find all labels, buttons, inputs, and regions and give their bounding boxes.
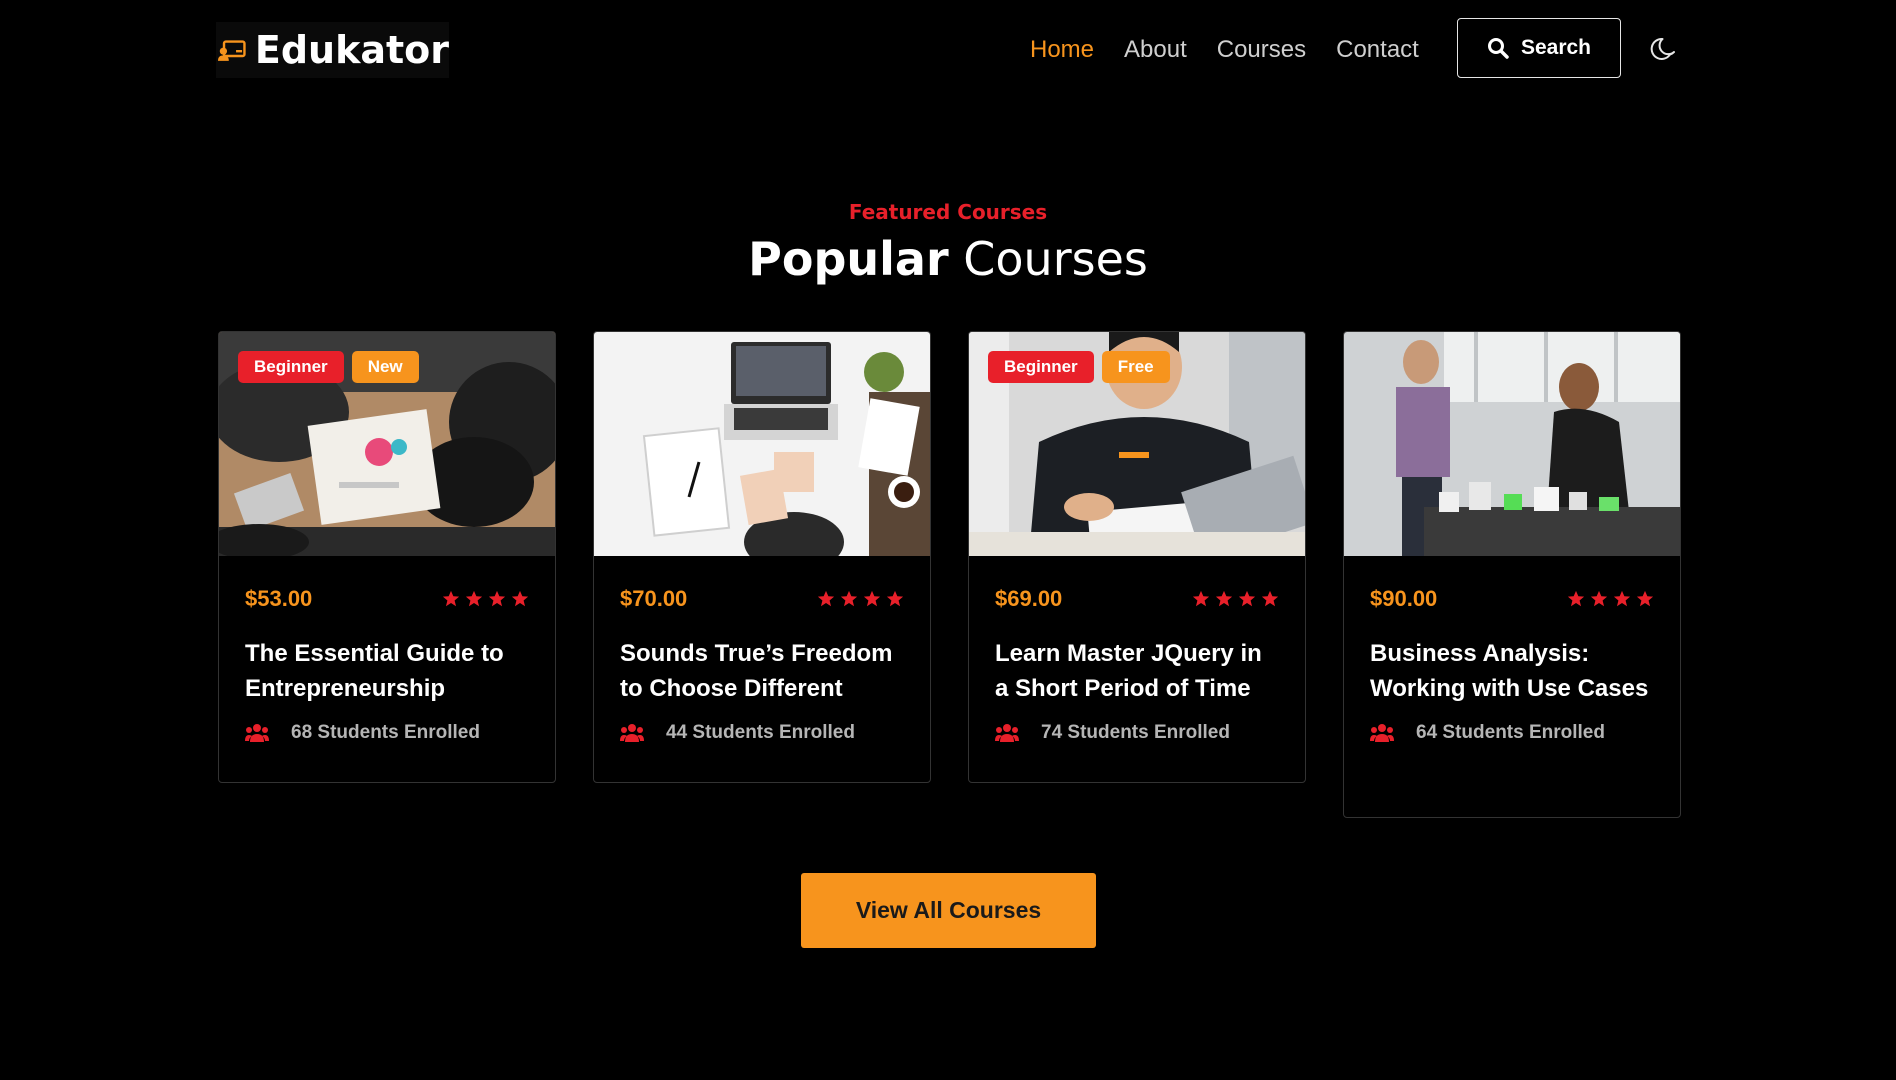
level-badge: Beginner bbox=[988, 351, 1094, 383]
enrolled-label: 64 Students Enrolled bbox=[1416, 722, 1605, 743]
star-icon bbox=[1215, 590, 1233, 607]
star-icon bbox=[1261, 590, 1279, 607]
logo[interactable]: Edukator bbox=[216, 22, 449, 78]
users-icon bbox=[620, 724, 644, 742]
star-icon bbox=[863, 590, 881, 607]
enrolled-count: 74 Students Enrolled bbox=[995, 722, 1279, 744]
section-eyebrow: Featured Courses bbox=[848, 200, 1048, 224]
users-icon bbox=[245, 724, 269, 742]
star-icon bbox=[511, 590, 529, 607]
course-card[interactable]: $90.00 Business Analysis: Working with U… bbox=[1343, 331, 1681, 818]
course-image[interactable]: Beginner New bbox=[219, 332, 555, 556]
nav-home[interactable]: Home bbox=[1030, 36, 1094, 64]
course-price: $69.00 bbox=[995, 586, 1063, 611]
section-title-light: Courses bbox=[963, 232, 1148, 286]
enrolled-count: 44 Students Enrolled bbox=[620, 722, 904, 744]
star-icon bbox=[1192, 590, 1210, 607]
star-icon bbox=[817, 590, 835, 607]
course-card[interactable]: Beginner New $53.00 The Essential Guide … bbox=[218, 331, 556, 783]
search-button[interactable]: Search bbox=[1457, 18, 1621, 78]
price-row: $90.00 bbox=[1370, 586, 1654, 612]
course-image[interactable] bbox=[594, 332, 930, 556]
users-icon bbox=[1370, 724, 1394, 742]
course-price: $90.00 bbox=[1370, 586, 1438, 611]
card-body: $90.00 Business Analysis: Working with U… bbox=[1344, 556, 1680, 770]
enrolled-label: 44 Students Enrolled bbox=[666, 722, 855, 743]
section-title-bold: Popular bbox=[748, 232, 949, 286]
course-price: $53.00 bbox=[245, 586, 313, 611]
badge-group: Beginner New bbox=[238, 351, 427, 383]
course-card[interactable]: $70.00 Sounds True’s Freedom to Choose D… bbox=[593, 331, 931, 783]
nav-contact[interactable]: Contact bbox=[1336, 36, 1419, 64]
moon-icon[interactable] bbox=[1650, 35, 1678, 63]
star-icon bbox=[1590, 590, 1608, 607]
course-title[interactable]: The Essential Guide to Entrepreneurship bbox=[245, 636, 529, 706]
search-button-label: Search bbox=[1520, 36, 1592, 59]
enrolled-label: 74 Students Enrolled bbox=[1041, 722, 1230, 743]
star-icon bbox=[1567, 590, 1585, 607]
rating-stars bbox=[1187, 590, 1279, 608]
star-icon bbox=[1238, 590, 1256, 607]
enrolled-count: 64 Students Enrolled bbox=[1370, 722, 1654, 744]
course-price: $70.00 bbox=[620, 586, 688, 611]
star-icon bbox=[488, 590, 506, 607]
enrolled-label: 68 Students Enrolled bbox=[291, 722, 480, 743]
star-icon bbox=[1613, 590, 1631, 607]
price-row: $70.00 bbox=[620, 586, 904, 612]
logo-icon bbox=[218, 40, 246, 61]
badge-group: Beginner Free bbox=[988, 351, 1178, 383]
main-nav: Home About Courses Contact bbox=[1030, 36, 1449, 64]
architecture-model-photo bbox=[1344, 332, 1680, 556]
rating-stars bbox=[812, 590, 904, 608]
search-icon bbox=[1487, 38, 1509, 59]
enrolled-count: 68 Students Enrolled bbox=[245, 722, 529, 744]
status-badge: Free bbox=[1101, 351, 1170, 383]
course-card[interactable]: Beginner Free $69.00 Learn Master JQuery… bbox=[968, 331, 1306, 783]
logo-text: Edukator bbox=[254, 28, 449, 72]
course-title[interactable]: Business Analysis: Working with Use Case… bbox=[1370, 636, 1654, 706]
price-row: $53.00 bbox=[245, 586, 529, 612]
star-icon bbox=[1636, 590, 1654, 607]
laptop-desk-photo bbox=[594, 332, 930, 556]
section-title: Popular Courses bbox=[0, 232, 1896, 286]
level-badge: Beginner bbox=[238, 351, 344, 383]
card-body: $53.00 The Essential Guide to Entreprene… bbox=[219, 556, 555, 770]
rating-stars bbox=[1562, 590, 1654, 608]
price-row: $69.00 bbox=[995, 586, 1279, 612]
course-image[interactable] bbox=[1344, 332, 1680, 556]
course-title[interactable]: Sounds True’s Freedom to Choose Differen… bbox=[620, 636, 904, 706]
status-badge: New bbox=[351, 351, 419, 383]
course-image[interactable]: Beginner Free bbox=[969, 332, 1305, 556]
star-icon bbox=[442, 590, 460, 607]
star-icon bbox=[886, 590, 904, 607]
users-icon bbox=[995, 724, 1019, 742]
star-icon bbox=[840, 590, 858, 607]
nav-about[interactable]: About bbox=[1124, 36, 1187, 64]
view-all-courses-button[interactable]: View All Courses bbox=[801, 873, 1096, 948]
rating-stars bbox=[437, 590, 529, 608]
card-body: $69.00 Learn Master JQuery in a Short Pe… bbox=[969, 556, 1305, 770]
site-header: Edukator Home About Courses Contact Sear… bbox=[0, 0, 1896, 100]
course-title[interactable]: Learn Master JQuery in a Short Period of… bbox=[995, 636, 1279, 706]
star-icon bbox=[465, 590, 483, 607]
nav-courses[interactable]: Courses bbox=[1217, 36, 1306, 64]
card-body: $70.00 Sounds True’s Freedom to Choose D… bbox=[594, 556, 930, 770]
